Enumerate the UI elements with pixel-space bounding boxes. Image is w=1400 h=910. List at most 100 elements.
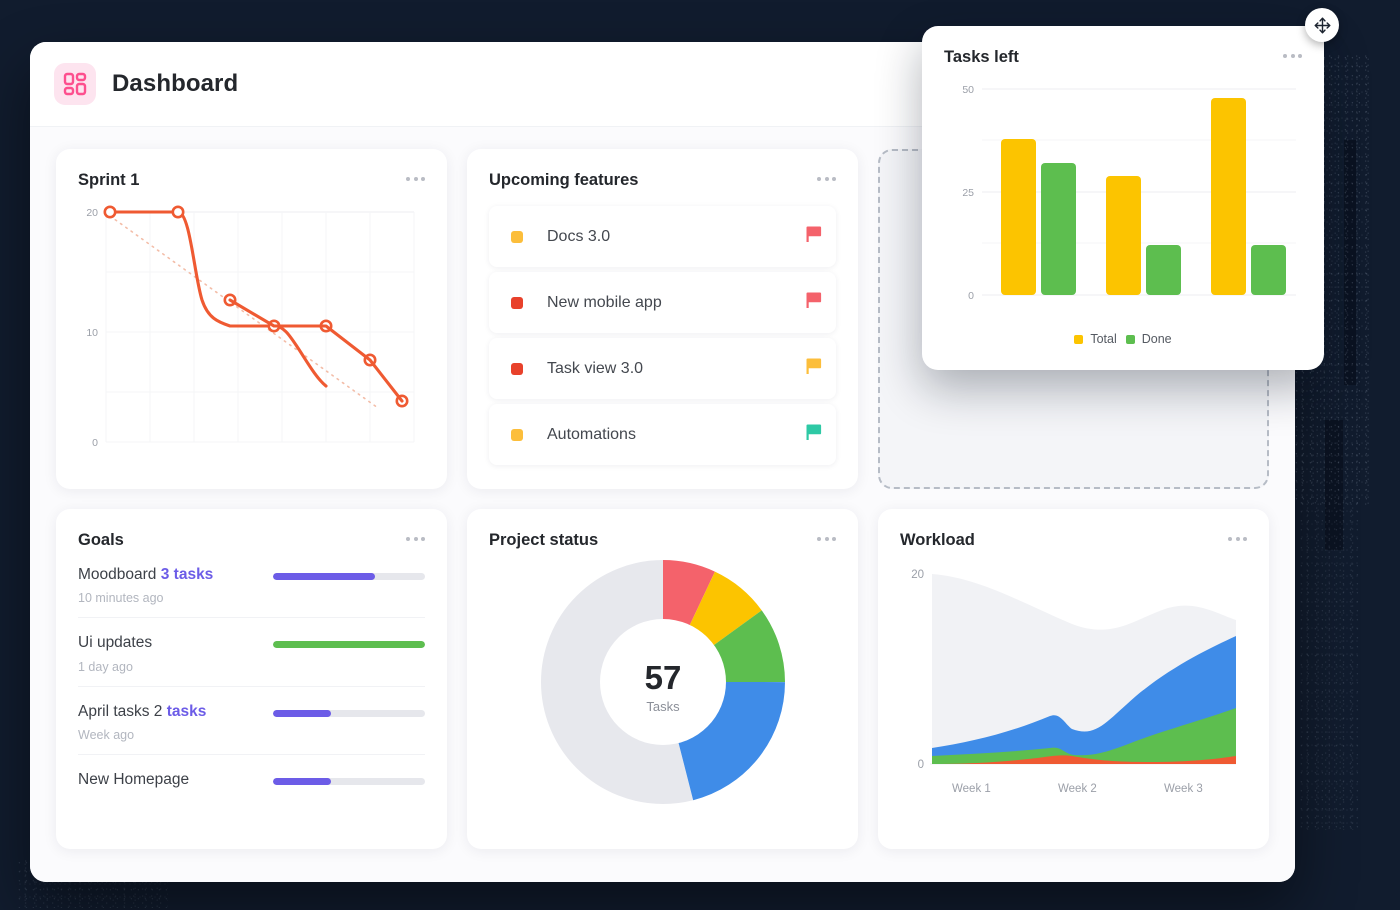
bar-total xyxy=(1106,176,1141,295)
axis-tick: 50 xyxy=(962,84,974,96)
legend-label: Done xyxy=(1142,332,1172,346)
progress-track xyxy=(273,573,425,580)
priority-dot-icon xyxy=(511,429,523,441)
feature-label: Task view 3.0 xyxy=(547,360,806,378)
goal-item[interactable]: Moodboard 3 tasks 10 minutes ago xyxy=(78,550,425,618)
ellipsis-icon[interactable] xyxy=(817,171,836,181)
bar-total xyxy=(1211,98,1246,295)
feature-label: New mobile app xyxy=(547,294,806,312)
workload-area-chart: 20 0 Week 1 Week 2 Week 3 xyxy=(900,556,1244,818)
ellipsis-icon[interactable] xyxy=(817,531,836,541)
axis-tick: 20 xyxy=(86,207,98,219)
ellipsis-icon[interactable] xyxy=(406,171,425,181)
card-title: Workload xyxy=(900,531,975,550)
goal-info: New Homepage xyxy=(78,770,273,789)
floating-card-tasks-left[interactable]: Tasks left 50 25 0 Total xyxy=(922,26,1324,370)
bar-done xyxy=(1041,163,1076,295)
card-header: Sprint 1 xyxy=(78,171,425,190)
axis-tick: 0 xyxy=(92,437,98,449)
list-item[interactable]: Docs 3.0 xyxy=(489,206,836,267)
legend-swatch xyxy=(1126,335,1135,344)
progress-fill xyxy=(273,710,331,717)
bar-done xyxy=(1251,245,1286,295)
card-header: Goals xyxy=(78,531,425,550)
page-title: Dashboard xyxy=(112,70,238,98)
card-title: Goals xyxy=(78,531,124,550)
goal-title: April tasks 2 xyxy=(78,703,162,720)
feature-label: Docs 3.0 xyxy=(547,228,806,246)
priority-dot-icon xyxy=(511,231,523,243)
goal-name: April tasks 2 tasks xyxy=(78,702,273,721)
goal-name: Ui updates xyxy=(78,633,273,652)
background-accent-slab xyxy=(1344,140,1356,385)
card-header: Upcoming features xyxy=(489,171,836,190)
card-goals: Goals Moodboard 3 tasks 10 minutes ago xyxy=(56,509,447,849)
card-workload: Workload 20 0 Week 1 Week 2 xyxy=(878,509,1269,849)
flag-icon[interactable] xyxy=(806,292,822,314)
axis-tick: 25 xyxy=(962,187,974,199)
legend-item-done: Done xyxy=(1126,332,1172,346)
goal-item[interactable]: April tasks 2 tasks Week ago xyxy=(78,687,425,755)
list-item[interactable]: Automations xyxy=(489,404,836,465)
goal-title: Moodboard xyxy=(78,566,156,583)
burndown-line xyxy=(110,212,326,386)
card-upcoming-features: Upcoming features Docs 3.0 New mobile ap… xyxy=(467,149,858,489)
bar-done xyxy=(1146,245,1181,295)
card-title: Upcoming features xyxy=(489,171,638,190)
goal-timestamp: Week ago xyxy=(78,728,273,742)
tasks-left-bar-chart: 50 25 0 xyxy=(944,71,1302,321)
goal-timestamp: 1 day ago xyxy=(78,660,273,674)
goal-timestamp: 10 minutes ago xyxy=(78,591,273,605)
grid-dashboard-icon xyxy=(54,63,96,105)
goal-info: Moodboard 3 tasks 10 minutes ago xyxy=(78,565,273,605)
goal-name: Moodboard 3 tasks xyxy=(78,565,273,584)
bar-total xyxy=(1001,139,1036,295)
goal-item[interactable]: Ui updates 1 day ago xyxy=(78,618,425,686)
axis-tick: Week 1 xyxy=(952,783,991,795)
card-header: Workload xyxy=(900,531,1247,550)
priority-dot-icon xyxy=(511,297,523,309)
card-header: Tasks left xyxy=(944,48,1302,67)
legend-swatch xyxy=(1074,335,1083,344)
screen: Dashboard Sprint 1 xyxy=(0,0,1400,910)
feature-list: Docs 3.0 New mobile app xyxy=(489,206,836,465)
goal-item[interactable]: New Homepage xyxy=(78,755,425,801)
goal-count: tasks xyxy=(167,703,207,720)
donut-center-label: Tasks xyxy=(646,699,680,714)
card-sprint: Sprint 1 xyxy=(56,149,447,489)
card-title: Tasks left xyxy=(944,48,1019,67)
goal-name: New Homepage xyxy=(78,770,273,789)
sprint-burndown-chart: 20 10 0 xyxy=(78,196,422,458)
list-item[interactable]: Task view 3.0 xyxy=(489,338,836,399)
flag-icon[interactable] xyxy=(806,358,822,380)
chart-legend: Total Done xyxy=(944,332,1302,346)
legend-item-total: Total xyxy=(1074,332,1116,346)
card-header: Project status xyxy=(489,531,836,550)
donut-chart: 57 Tasks xyxy=(489,554,836,809)
axis-tick: Week 3 xyxy=(1164,783,1203,795)
ellipsis-icon[interactable] xyxy=(406,531,425,541)
ellipsis-icon[interactable] xyxy=(1283,48,1302,58)
flag-icon[interactable] xyxy=(806,226,822,248)
progress-fill xyxy=(273,778,331,785)
legend-label: Total xyxy=(1090,332,1116,346)
ellipsis-icon[interactable] xyxy=(1228,531,1247,541)
burndown-line-tail xyxy=(230,300,402,401)
axis-tick: 0 xyxy=(968,290,974,302)
move-arrows-icon[interactable] xyxy=(1305,8,1339,42)
background-accent-slab xyxy=(1325,420,1343,550)
card-title: Project status xyxy=(489,531,598,550)
progress-track xyxy=(273,641,425,648)
progress-track xyxy=(273,710,425,717)
progress-fill xyxy=(273,641,425,648)
goal-title: Ui updates xyxy=(78,634,152,651)
axis-tick: Week 2 xyxy=(1058,783,1097,795)
axis-tick: 10 xyxy=(86,327,98,339)
flag-icon[interactable] xyxy=(806,424,822,446)
goal-info: April tasks 2 tasks Week ago xyxy=(78,702,273,742)
card-title: Sprint 1 xyxy=(78,171,139,190)
list-item[interactable]: New mobile app xyxy=(489,272,836,333)
axis-tick: 20 xyxy=(911,569,924,581)
axis-tick: 0 xyxy=(918,759,924,771)
progress-track xyxy=(273,778,425,785)
